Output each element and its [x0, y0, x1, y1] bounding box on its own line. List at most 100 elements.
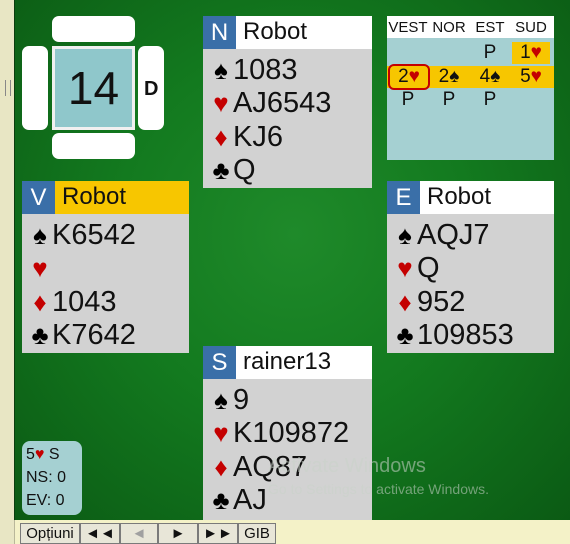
board-number: 14	[55, 49, 132, 127]
suit-row-clubs[interactable]: ♣ AJ	[209, 484, 267, 517]
spade-icon: ♠	[214, 55, 228, 85]
bid-cell: P	[483, 89, 497, 110]
suit-row-hearts[interactable]: ♥	[28, 252, 52, 285]
cards-hearts[interactable]: K109872	[233, 417, 349, 449]
resize-grip-icon[interactable]	[5, 80, 11, 96]
cards-clubs[interactable]: Q	[233, 154, 256, 186]
suit-row-hearts[interactable]: ♥ AJ6543	[209, 87, 331, 120]
south-trick-slot	[52, 133, 135, 159]
bid-cell: 5♥	[512, 66, 550, 88]
heart-icon: ♥	[397, 253, 413, 283]
spade-icon: ♠	[214, 385, 228, 415]
heart-icon: ♥	[213, 418, 229, 448]
heart-icon: ♥	[530, 66, 542, 87]
bid-level: 1	[520, 42, 531, 63]
heart-icon: ♥	[213, 88, 229, 118]
ns-score: NS: 0	[26, 469, 67, 486]
suit-row-diamonds[interactable]: ♦ KJ6	[209, 121, 283, 154]
cards-clubs[interactable]: AJ	[233, 484, 267, 516]
bid-row: 2♥ 2♠ 4♠ 5♥	[387, 64, 554, 90]
bid-cell: P	[483, 42, 497, 63]
bidding-header: VEST NOR EST SUD	[387, 16, 554, 38]
hand-south-header: S rainer13	[203, 346, 372, 379]
suit-row-hearts[interactable]: ♥ Q	[393, 252, 440, 285]
cards-diamonds[interactable]: 952	[417, 286, 465, 318]
hand-east: E Robot ♠ AQJ7 ♥ Q ♦ 952 ♣ 109853	[387, 181, 554, 353]
seat-badge-south: S	[203, 346, 236, 379]
cards-diamonds[interactable]: 1043	[52, 286, 117, 318]
suit-row-clubs[interactable]: ♣ Q	[209, 154, 256, 187]
player-name-south: rainer13	[243, 348, 332, 375]
first-trick-button[interactable]: ◄◄	[80, 523, 120, 544]
club-icon: ♣	[212, 155, 230, 185]
heart-icon: ♥	[34, 446, 45, 463]
bid-cell: 2♠	[438, 66, 460, 87]
club-icon: ♣	[31, 320, 49, 350]
contract-level: 5	[26, 446, 35, 463]
hand-east-header: E Robot	[387, 181, 554, 214]
bid-header-south: SUD	[515, 19, 547, 36]
seat-badge-east: E	[387, 181, 420, 214]
suit-row-spades[interactable]: ♠ AQJ7	[393, 219, 490, 252]
hand-north-header: N Robot	[203, 16, 372, 49]
bid-level: 5	[520, 66, 531, 87]
suit-row-spades[interactable]: ♠ 1083	[209, 54, 298, 87]
diamond-icon: ♦	[398, 287, 412, 317]
bidding-box: VEST NOR EST SUD P 1♥ 2♥ 2♠ 4♠ 5♥ P P P	[387, 16, 554, 160]
suit-row-diamonds[interactable]: ♦ 1043	[28, 286, 117, 319]
hand-north: N Robot ♠ 1083 ♥ AJ6543 ♦ KJ6 ♣ Q	[203, 16, 372, 188]
bid-cell: 4♠	[479, 66, 501, 87]
suit-row-spades[interactable]: ♠ 9	[209, 384, 249, 417]
contract-line: 5♥ S	[26, 443, 78, 466]
bid-cell	[512, 89, 550, 111]
next-button[interactable]: ►	[158, 523, 198, 544]
heart-icon: ♥	[32, 253, 48, 283]
bid-row: P P P	[387, 89, 554, 111]
cards-clubs[interactable]: 109853	[417, 319, 514, 351]
bid-level: 2	[398, 66, 409, 87]
heart-icon: ♥	[530, 42, 542, 63]
gib-button[interactable]: GIB	[238, 523, 276, 544]
declarer: S	[48, 446, 60, 463]
suit-row-clubs[interactable]: ♣ 109853	[393, 319, 514, 352]
previous-button[interactable]: ◄	[120, 523, 158, 544]
cards-spades[interactable]: 9	[233, 384, 249, 416]
options-button[interactable]: Opțiuni	[20, 523, 80, 544]
cards-spades[interactable]: 1083	[233, 54, 298, 86]
diamond-icon: ♦	[214, 122, 228, 152]
cards-hearts[interactable]: Q	[417, 252, 440, 284]
player-name-east: Robot	[427, 183, 492, 210]
board-number-box: 14	[52, 46, 135, 130]
cards-hearts[interactable]: AJ6543	[233, 87, 331, 119]
seat-badge-north: N	[203, 16, 236, 49]
score-panel: 5♥ S NS: 0 EV: 0	[22, 441, 82, 515]
spade-icon: ♠	[33, 220, 47, 250]
suit-row-clubs[interactable]: ♣ K7642	[28, 319, 136, 352]
cards-diamonds[interactable]: KJ6	[233, 121, 283, 153]
bid-cell: 1♥	[512, 42, 550, 64]
player-name-west: Robot	[62, 183, 127, 210]
cards-spades[interactable]: K6542	[52, 219, 136, 251]
diamond-icon: ♦	[214, 452, 228, 482]
heart-icon: ♥	[408, 66, 420, 87]
west-trick-slot	[22, 46, 48, 130]
suit-row-hearts[interactable]: ♥ K109872	[209, 417, 349, 450]
bid-cell	[430, 42, 468, 64]
north-trick-slot	[52, 16, 135, 42]
suit-row-spades[interactable]: ♠ K6542	[28, 219, 136, 252]
hand-west-header: V Robot	[22, 181, 189, 214]
ev-score: EV: 0	[26, 492, 65, 509]
cards-spades[interactable]: AQJ7	[417, 219, 490, 251]
seat-badge-west: V	[22, 181, 55, 214]
bid-cell	[389, 42, 427, 64]
bid-header-north: NOR	[432, 19, 466, 36]
player-name-north: Robot	[243, 18, 308, 45]
bid-cell-selected[interactable]: 2♥	[388, 64, 430, 90]
suit-row-diamonds[interactable]: ♦ 952	[393, 286, 465, 319]
watermark-subtitle: Go to Settings to activate Windows.	[268, 481, 489, 497]
cards-clubs[interactable]: K7642	[52, 319, 136, 351]
bid-header-west: VEST	[388, 19, 428, 36]
left-edge-strip	[0, 0, 15, 544]
diamond-icon: ♦	[33, 287, 47, 317]
last-trick-button[interactable]: ►►	[198, 523, 238, 544]
